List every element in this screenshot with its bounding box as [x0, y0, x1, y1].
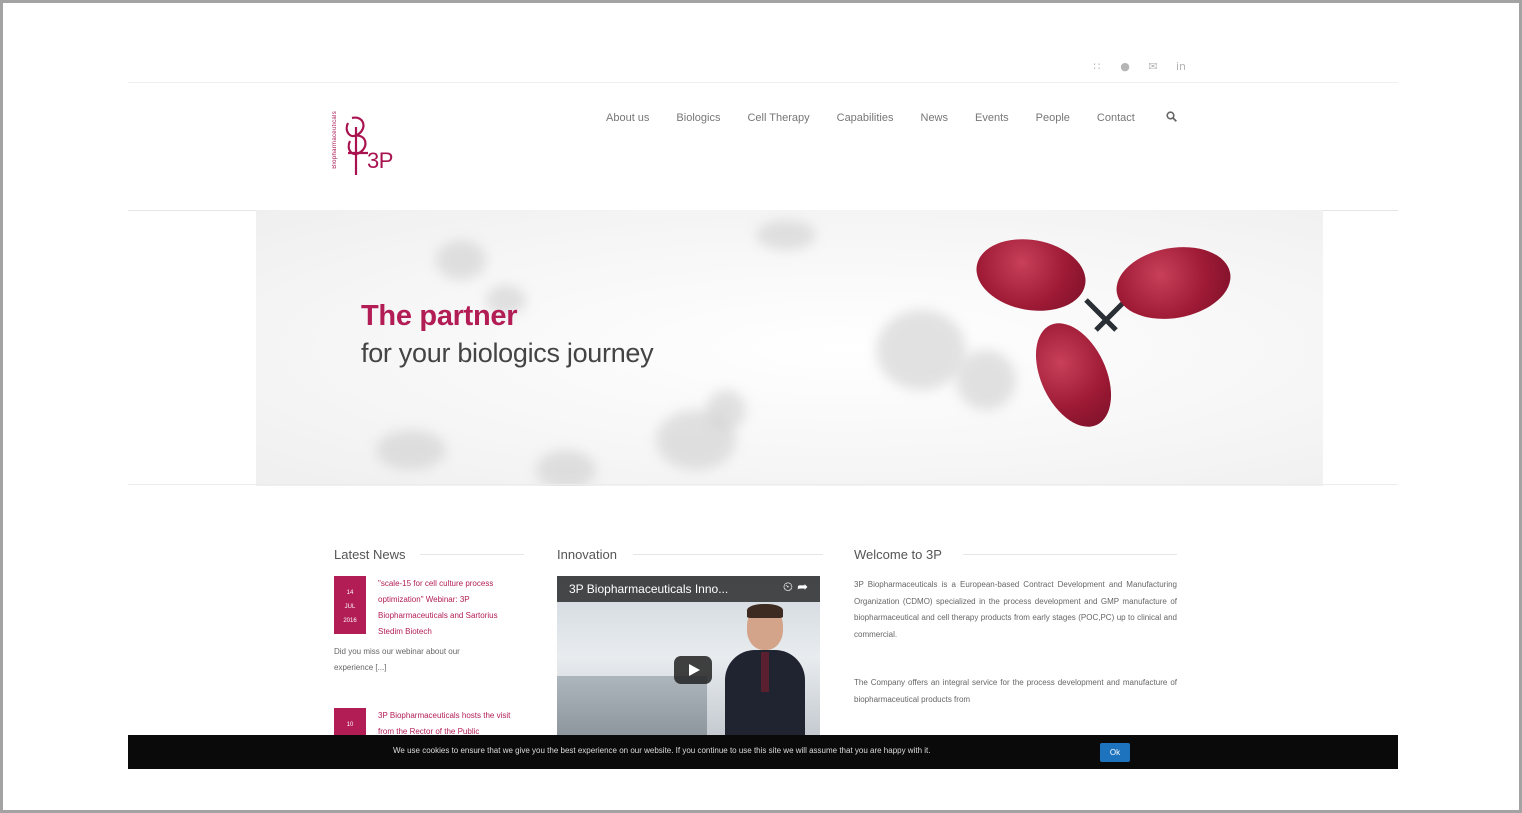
- video-presenter: [725, 604, 805, 738]
- welcome-rule: [963, 554, 1177, 555]
- hero-divider-left: [128, 210, 256, 211]
- email-icon[interactable]: ✉: [1145, 58, 1161, 74]
- site-logo[interactable]: Biopharmaceuticals 3P: [330, 103, 410, 185]
- twitter-icon[interactable]: ●: [1117, 58, 1133, 74]
- welcome-paragraph: 3P Biopharmaceuticals is a European-base…: [854, 580, 1177, 639]
- welcome-heading: Welcome to 3P: [854, 547, 942, 562]
- top-divider: [128, 82, 1398, 83]
- video-actions[interactable]: ⏲ ➦: [783, 580, 808, 595]
- nav-news[interactable]: News: [921, 112, 949, 124]
- hero-ghost-molecule: [876, 310, 966, 390]
- nav-cell-therapy[interactable]: Cell Therapy: [747, 112, 809, 124]
- welcome-paragraph: The Company offers an integral service f…: [854, 678, 1177, 704]
- search-icon[interactable]: [1166, 111, 1177, 125]
- play-button-icon[interactable]: [674, 656, 712, 684]
- hero-headline: The partner: [361, 300, 518, 332]
- video-player[interactable]: 3P Biopharmaceuticals Inno... ⏲ ➦: [557, 576, 820, 738]
- hero-ghost-molecule: [376, 430, 446, 470]
- nav-biologics[interactable]: Biologics: [676, 112, 720, 124]
- logo-vertical-text: Biopharmaceuticals: [332, 111, 338, 169]
- news-title-link[interactable]: "scale-15 for cell culture process optim…: [378, 576, 523, 640]
- news-excerpt: Did you miss our webinar about our exper…: [334, 647, 460, 672]
- cookie-message: We use cookies to ensure that we give yo…: [393, 746, 931, 755]
- news-date-badge: 10: [334, 708, 366, 738]
- innovation-heading: Innovation: [557, 547, 617, 562]
- hero-banner: The partner for your biologics journey: [256, 210, 1323, 486]
- hero-ghost-molecule: [536, 450, 596, 486]
- nav-events[interactable]: Events: [975, 112, 1009, 124]
- cookie-ok-button[interactable]: Ok: [1100, 743, 1130, 762]
- rss-icon[interactable]: ∷: [1089, 58, 1105, 74]
- antibody-image: [970, 230, 1237, 439]
- hero-ghost-molecule: [706, 390, 746, 430]
- hero-bottom-divider: [128, 484, 1398, 485]
- innovation-rule: [633, 554, 823, 555]
- video-title[interactable]: 3P Biopharmaceuticals Inno...: [569, 582, 728, 596]
- logo-text: 3P: [367, 148, 393, 173]
- nav-people[interactable]: People: [1036, 112, 1070, 124]
- nav-capabilities[interactable]: Capabilities: [837, 112, 894, 124]
- hero-subline: for your biologics journey: [361, 338, 654, 368]
- social-links: ∷ ● ✉ in: [1089, 58, 1189, 74]
- browser-frame: ∷ ● ✉ in Biopharmaceuticals 3P About us …: [0, 0, 1522, 813]
- latest-news-heading: Latest News: [334, 547, 406, 562]
- nav-contact[interactable]: Contact: [1097, 112, 1135, 124]
- linkedin-icon[interactable]: in: [1173, 58, 1189, 74]
- hero-divider-right: [1323, 210, 1398, 211]
- hero-ghost-molecule: [756, 220, 816, 250]
- nav-about-us[interactable]: About us: [606, 112, 649, 124]
- main-nav: About us Biologics Cell Therapy Capabili…: [606, 111, 1177, 125]
- latest-news-rule: [420, 554, 524, 555]
- cookie-bar: We use cookies to ensure that we give yo…: [128, 735, 1398, 769]
- hero-ghost-molecule: [436, 240, 486, 280]
- video-background: [557, 676, 707, 738]
- news-date-badge: 14 JUL 2016: [334, 576, 366, 634]
